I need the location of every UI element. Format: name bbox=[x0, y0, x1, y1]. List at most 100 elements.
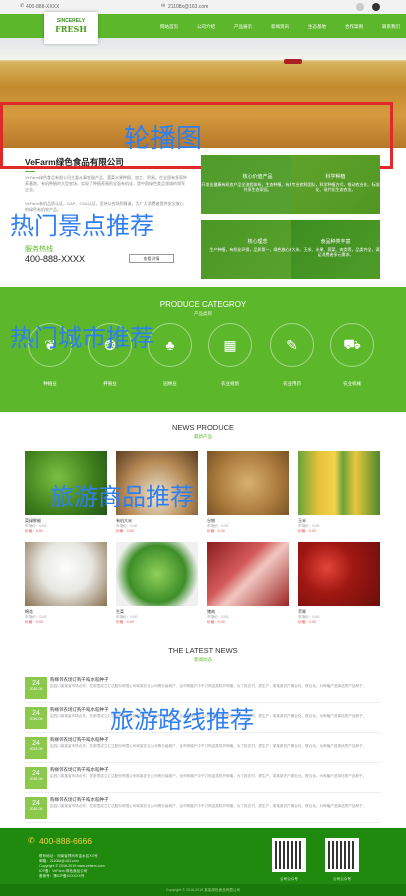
nav-item-cases[interactable]: 合作案例 bbox=[345, 24, 363, 38]
news-title[interactable]: 购缘邻农场订购千吨水稻种子 bbox=[50, 797, 109, 803]
category-item-planning[interactable]: ▦ 农业规划 bbox=[206, 323, 254, 387]
product-card[interactable]: 棉花 市场价：0.00 价格：0.00 bbox=[25, 542, 107, 625]
annotation-travel-goods: 旅游商品推荐 bbox=[50, 483, 194, 511]
product-card[interactable]: 猪肉 市场价：0.00 价格：0.00 bbox=[207, 542, 289, 625]
news-date: 24 2016-06 bbox=[25, 797, 47, 819]
category-label: 种植业 bbox=[43, 381, 57, 386]
latest-news-subtitle: 新闻动态 bbox=[194, 657, 212, 662]
top-email[interactable]: 21108x@163.com bbox=[168, 4, 208, 10]
product-image bbox=[116, 542, 198, 606]
hotline-number: 400-888-XXXX bbox=[25, 254, 86, 264]
company-title: VeFarm绿色食品有限公司 bbox=[25, 157, 124, 167]
category-label: 农业规划 bbox=[221, 381, 239, 386]
latest-news-title: THE LATEST NEWS bbox=[168, 646, 238, 655]
news-item[interactable]: 24 2016-06 购缘邻农场订购千吨水稻种子 由四川某某省市场合作，在那里成立… bbox=[25, 795, 381, 823]
product-image bbox=[207, 451, 289, 515]
hotline-label: 服务热线 bbox=[25, 246, 53, 253]
category-label: 农业机械 bbox=[343, 381, 361, 386]
product-image bbox=[207, 542, 289, 606]
news-produce-title: NEWS PRODUCE bbox=[171, 423, 235, 432]
news-summary: 由四川某某省市场合作，在那里成立汇达股份有限公司和某农业公司等分级新户，全市种植… bbox=[50, 744, 367, 748]
top-phone: 400-888-XXXX bbox=[26, 4, 60, 10]
category-label: 养殖业 bbox=[103, 381, 117, 386]
category-title: PRODUCE CATEGROY bbox=[159, 300, 247, 309]
mail-icon: ✉ bbox=[161, 3, 166, 9]
news-title[interactable]: 购缘邻农场订购千吨水稻种子 bbox=[50, 707, 109, 713]
sprayer-icon: ✎ bbox=[270, 323, 314, 367]
banner-tractor bbox=[284, 59, 302, 64]
product-image bbox=[25, 542, 107, 606]
product-image bbox=[298, 451, 380, 515]
news-summary: 由四川某某省市场合作，在那里成立汇达股份有限公司和某农业公司等分级新户，全市种植… bbox=[50, 774, 367, 778]
nav-item-about[interactable]: 公司介绍 bbox=[197, 24, 215, 38]
product-card[interactable]: 玉米 市场价：0.00 价格：0.00 bbox=[298, 451, 380, 534]
product-card[interactable]: 苹果 市场价：0.00 价格：0.00 bbox=[298, 542, 380, 625]
product-card[interactable]: 生菜 市场价：0.00 价格：0.00 bbox=[116, 542, 198, 625]
title-divider bbox=[25, 171, 35, 172]
copyright: Copyright © 2016-2019 某某绿色食品有限公司 bbox=[0, 884, 406, 896]
nav-item-contact[interactable]: 联系我们 bbox=[382, 24, 400, 38]
product-price: 价格：0.00 bbox=[116, 529, 134, 533]
news-item[interactable]: 24 2016-06 购缘邻农场订购千吨水稻种子 由四川某某省市场合作，在那里成立… bbox=[25, 765, 381, 793]
nav-item-home[interactable]: 网站首页 bbox=[160, 24, 178, 38]
carousel-annotation-label: 轮播图 bbox=[124, 124, 203, 154]
product-price: 价格：0.00 bbox=[298, 529, 316, 533]
truck-icon: ⛟ bbox=[330, 323, 374, 367]
product-card[interactable]: 谷物 市场价：0.00 价格：0.00 bbox=[207, 451, 289, 534]
product-image bbox=[298, 542, 380, 606]
qr-label-2: 公司公众号 bbox=[333, 877, 351, 881]
hero-carousel[interactable]: 轮播图 bbox=[0, 38, 406, 177]
nav-item-base[interactable]: 生态基地 bbox=[308, 24, 326, 38]
news-title[interactable]: 购缘邻农场订购千吨水稻种子 bbox=[50, 677, 109, 683]
news-summary: 由四川某某省市场合作，在那里成立汇达股份有限公司和某农业公司等分级新户，全市种植… bbox=[50, 684, 367, 688]
phone-icon: ✆ bbox=[28, 836, 35, 845]
feature-tile-2[interactable]: 科学种植专业农科团队，科学种植方式，推动农业化、标准化、现代化生态农业。 bbox=[291, 155, 380, 214]
footer-phone: 400-888-6666 bbox=[39, 836, 92, 846]
product-price: 价格：0.00 bbox=[207, 529, 225, 533]
news-title[interactable]: 购缘邻农场订购千吨水稻种子 bbox=[50, 767, 109, 773]
nav-items: 网站首页 公司介绍 产品展示 新闻资讯 生态基地 合作案例 联系我们 bbox=[160, 14, 400, 38]
feature-desc: 大米、玉米、水果、蔬菜、肉类等，品类齐全，满足消费者多元需求。 bbox=[291, 247, 380, 257]
feature-title: 科学种植 bbox=[325, 174, 346, 180]
feature-tile-4[interactable]: 食品种类丰富大米、玉米、水果、蔬菜、肉类等，品类齐全，满足消费者多元需求。 bbox=[291, 220, 380, 279]
nav-item-products[interactable]: 产品展示 bbox=[234, 24, 252, 38]
news-summary: 由四川某某省市场合作，在那里成立汇达股份有限公司和某农业公司等分级新户，全市种植… bbox=[50, 804, 367, 808]
annotation-hot-cities: 热门城市推荐 bbox=[10, 324, 154, 352]
logo-line2: FRESH bbox=[55, 24, 87, 34]
category-item-machinery[interactable]: ⛟ 农业机械 bbox=[328, 323, 376, 387]
news-produce-subtitle: 最新产品 bbox=[194, 434, 212, 439]
phone-icon: ✆ bbox=[20, 3, 25, 9]
logo[interactable]: SINCERELY FRESH bbox=[44, 12, 98, 44]
product-price: 价格：0.00 bbox=[207, 620, 225, 624]
news-title[interactable]: 购缘邻农场订购千吨水稻种子 bbox=[50, 737, 109, 743]
category-label: 园林业 bbox=[163, 381, 177, 386]
news-date: 24 2016-06 bbox=[25, 677, 47, 699]
company-desc-1: VeFarm绿色食品有限公司主要从事农副产品、蔬菜水果种植、加工、贸易。在全国有… bbox=[25, 175, 188, 192]
qr-code-1 bbox=[272, 838, 306, 872]
annotation-travel-routes: 旅游路线推荐 bbox=[110, 706, 254, 734]
news-date: 24 2016-06 bbox=[25, 737, 47, 759]
feature-desc: 专业农科团队，科学种植方式，推动农业化、标准化、现代化生态农业。 bbox=[291, 182, 380, 192]
map-icon: ▦ bbox=[208, 323, 252, 367]
qr-label-1: 公司公众号 bbox=[280, 877, 298, 881]
feature-title: 食品种类丰富 bbox=[320, 239, 351, 245]
product-price: 价格：0.00 bbox=[25, 529, 43, 533]
nav-item-news[interactable]: 新闻资讯 bbox=[271, 24, 289, 38]
footer-info: 联系地址：河南省郑州市金水区XX号 邮箱：21108x@163.com Copy… bbox=[39, 854, 105, 878]
wechat-icon[interactable] bbox=[372, 3, 380, 11]
category-subtitle: 产品类目 bbox=[194, 311, 212, 316]
weibo-icon[interactable] bbox=[356, 3, 364, 11]
category-item-pesticide[interactable]: ✎ 农业用药 bbox=[268, 323, 316, 387]
more-details-button[interactable]: 查看详情 bbox=[129, 254, 174, 263]
annotation-hot-spots: 热门景点推荐 bbox=[10, 212, 154, 240]
category-label: 农业用药 bbox=[283, 381, 301, 386]
news-item[interactable]: 24 2016-06 购缘邻农场订购千吨水稻种子 由四川某某省市场合作，在那里成立… bbox=[25, 675, 381, 703]
news-item[interactable]: 24 2016-06 购缘邻农场订购千吨水稻种子 由四川某某省市场合作，在那里成立… bbox=[25, 735, 381, 763]
news-date: 24 2016-06 bbox=[25, 707, 47, 729]
product-price: 价格：0.00 bbox=[116, 620, 134, 624]
tree-icon: ♣ bbox=[148, 323, 192, 367]
qr-code-2 bbox=[325, 838, 359, 872]
news-date: 24 2016-06 bbox=[25, 767, 47, 789]
product-price: 价格：0.00 bbox=[298, 620, 316, 624]
company-intro: VeFarm绿色食品有限公司 VeFarm绿色食品有限公司主要从事农副产品、蔬菜… bbox=[25, 156, 187, 213]
